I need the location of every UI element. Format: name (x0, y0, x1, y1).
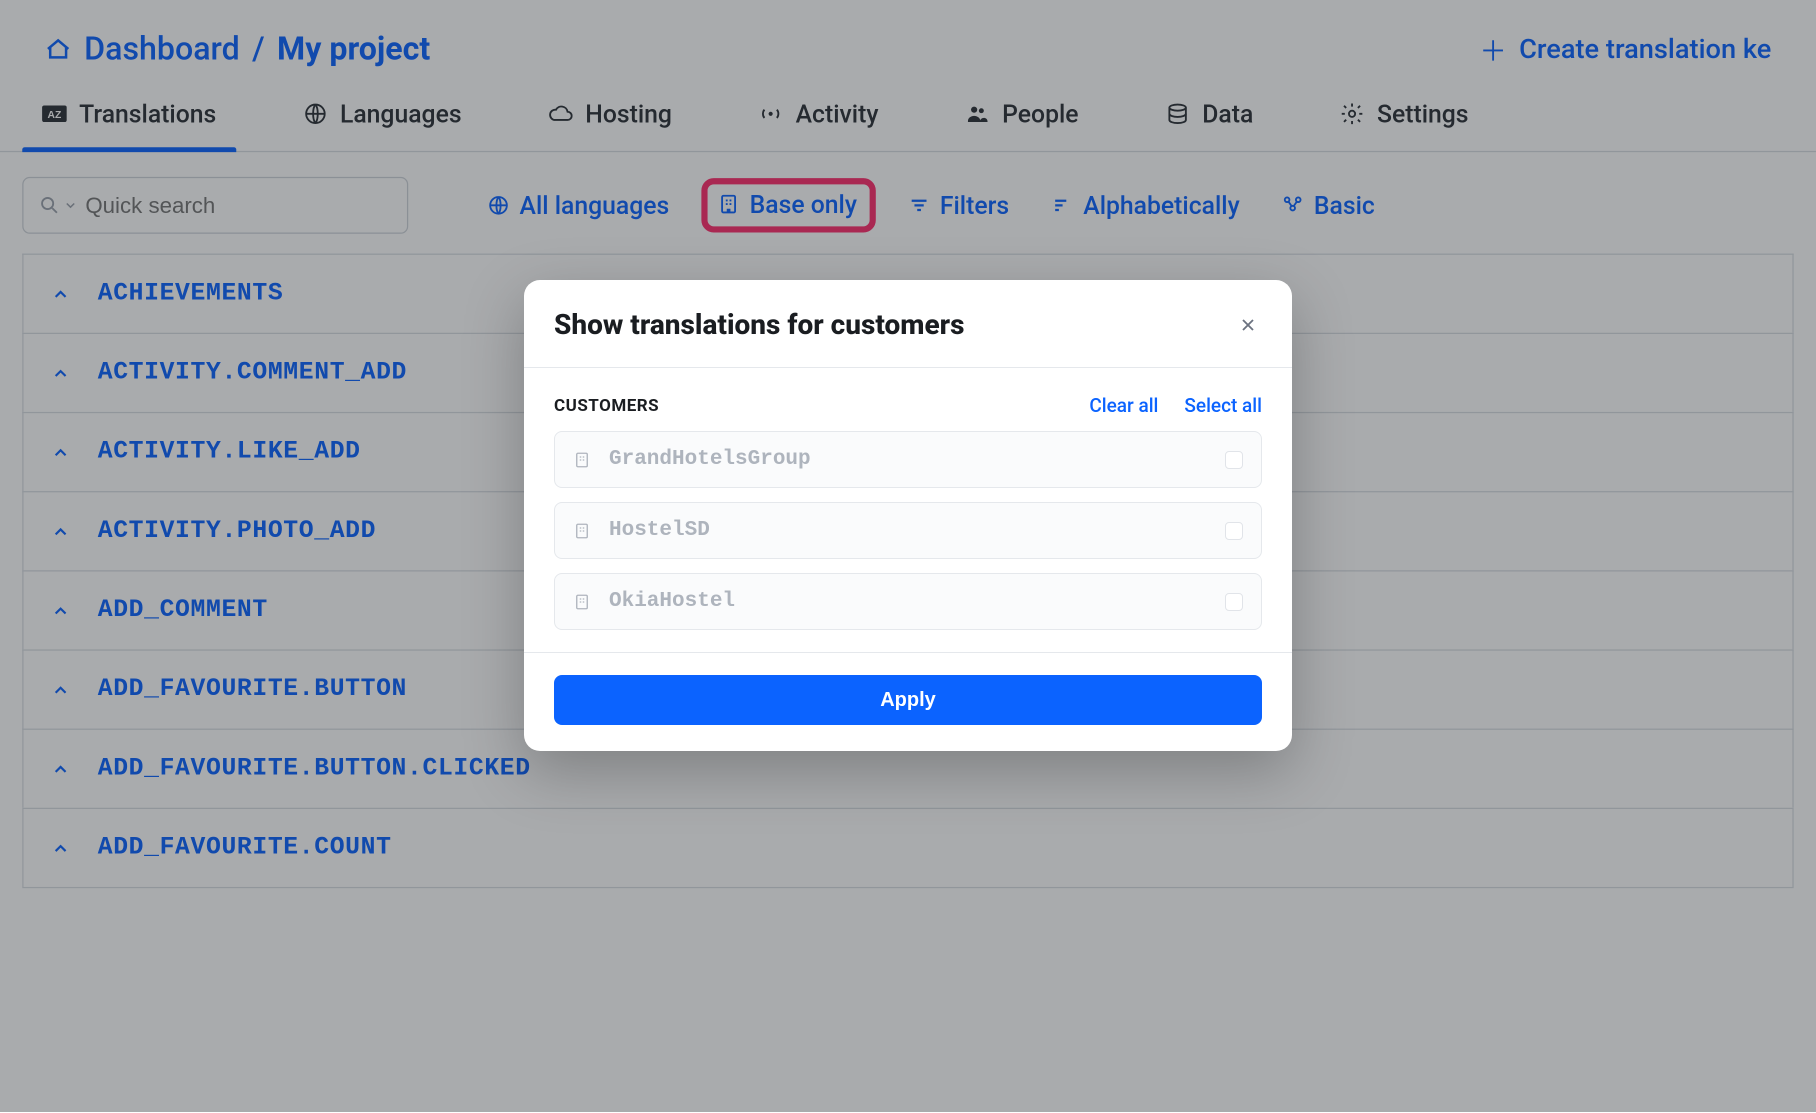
modal-overlay[interactable]: Show translations for customers CUSTOMER… (0, 0, 1816, 1112)
customer-name: OkiaHostel (609, 590, 1207, 613)
customer-name: HostelSD (609, 519, 1207, 542)
building-icon (573, 522, 591, 540)
customer-checkbox[interactable] (1225, 593, 1243, 611)
modal-close-button[interactable] (1234, 311, 1262, 339)
apply-button[interactable]: Apply (554, 675, 1262, 725)
customer-checkbox[interactable] (1225, 522, 1243, 540)
customer-row[interactable]: HostelSD (554, 502, 1262, 559)
clear-all-button[interactable]: Clear all (1089, 394, 1158, 417)
customer-row[interactable]: GrandHotelsGroup (554, 431, 1262, 488)
customers-modal: Show translations for customers CUSTOMER… (524, 280, 1292, 751)
customer-name: GrandHotelsGroup (609, 448, 1207, 471)
customer-row[interactable]: OkiaHostel (554, 573, 1262, 630)
modal-title: Show translations for customers (554, 308, 964, 341)
customer-checkbox[interactable] (1225, 451, 1243, 469)
customers-section-label: CUSTOMERS (554, 396, 659, 416)
close-icon (1238, 315, 1258, 335)
building-icon (573, 451, 591, 469)
select-all-button[interactable]: Select all (1184, 394, 1262, 417)
building-icon (573, 593, 591, 611)
